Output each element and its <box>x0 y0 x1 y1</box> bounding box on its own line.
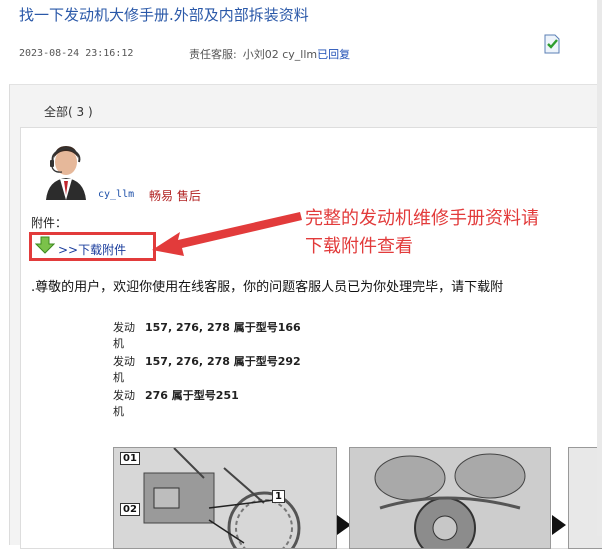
status-label: 已回复 <box>317 48 351 61</box>
attachment-label: 附件： <box>31 216 68 230</box>
annotation-note-line2: 下载附件查看 <box>305 236 413 257</box>
agent-label: 责任客服: <box>189 48 237 61</box>
reply-message: .尊敬的用户，欢迎你使用在线客服，你的问题客服人员已为你处理完毕，请下载附 <box>31 280 504 295</box>
engine-figure-2 <box>349 447 551 549</box>
ticket-datetime: 2023-08-24 23:16:12 <box>19 48 134 59</box>
engine-drawing-1 <box>143 448 301 548</box>
engine-label: 发动机 <box>113 355 135 384</box>
download-icon[interactable] <box>35 236 55 254</box>
figure-arrow-icon <box>552 515 566 535</box>
figure-callout: 02 <box>120 503 140 516</box>
tab-all[interactable]: 全部( 3 ) <box>44 103 93 120</box>
annotation-note-line1: 完整的发动机维修手册资料请 <box>305 208 539 229</box>
reply-username[interactable]: cy_llm <box>98 189 134 200</box>
engine-text: 157, 276, 278 属于型号166 <box>145 321 301 334</box>
reply-department: 畅易 售后 <box>149 189 201 203</box>
engine-label: 发动机 <box>113 389 135 418</box>
agent-name: 小刘02 cy_llm <box>242 48 318 61</box>
engine-drawing-2 <box>374 453 526 548</box>
scrollbar[interactable] <box>597 0 602 536</box>
check-document-icon <box>544 34 560 54</box>
engine-text: 276 属于型号251 <box>145 389 239 402</box>
figure-callout: 1 <box>272 490 285 503</box>
figure-callout: 01 <box>120 452 140 465</box>
engine-label: 发动机 <box>113 321 135 350</box>
download-attachment-link[interactable]: >>下载附件 <box>58 241 126 258</box>
annotation-arrow <box>152 212 302 256</box>
agent-info: 责任客服: 小刘02 cy_llm已回复 <box>189 34 560 62</box>
engine-figure-1: 01 1 02 <box>113 447 337 549</box>
ticket-title: 找一下发动机大修手册.外部及内部拆装资料 <box>19 6 309 24</box>
annotation-note: 完整的发动机维修手册资料请 下载附件查看 <box>305 205 539 261</box>
ticket-meta: 2023-08-24 23:16:12 责任客服: 小刘02 cy_llm已回复 <box>19 34 560 61</box>
engine-text: 157, 276, 278 属于型号292 <box>145 355 301 368</box>
avatar <box>40 140 92 200</box>
